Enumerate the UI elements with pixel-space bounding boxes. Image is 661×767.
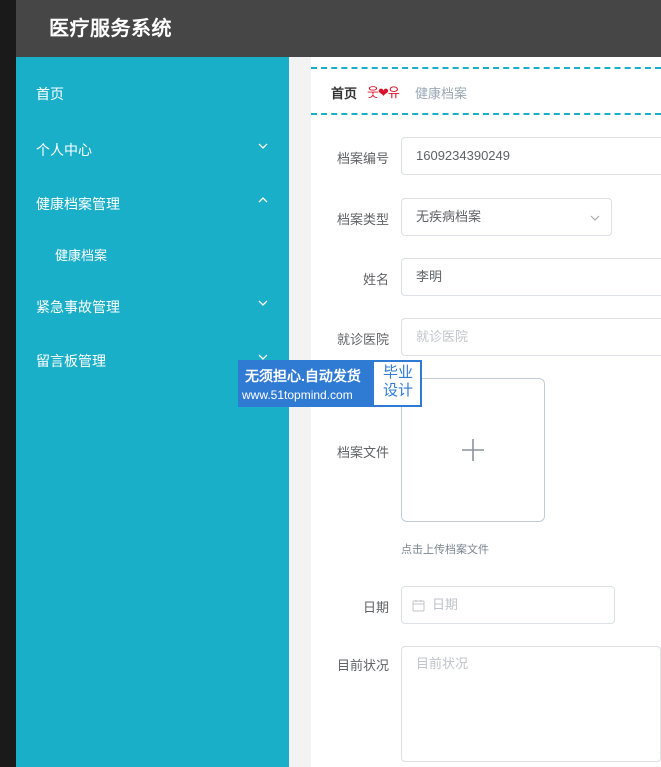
archive-no-value: 1609234390249 xyxy=(416,148,510,163)
watermark-slogan: 无须担心.自动发货 xyxy=(245,368,361,384)
sidebar-item-label: 紧急事故管理 xyxy=(36,299,120,315)
name-value: 李明 xyxy=(416,269,443,284)
watermark-right-line2: 设计 xyxy=(382,382,413,399)
top-bar: 医疗服务系统 xyxy=(16,0,661,57)
file-upload-box[interactable] xyxy=(401,378,545,522)
chevron-down-icon xyxy=(258,143,268,149)
hospital-placeholder: 就诊医院 xyxy=(416,329,469,344)
archive-no-input[interactable]: 1609234390249 xyxy=(401,137,661,175)
calendar-icon xyxy=(412,600,425,612)
breadcrumb-home[interactable]: 首页 xyxy=(331,83,357,102)
breadcrumb-current: 健康档案 xyxy=(415,86,468,101)
chevron-down-icon xyxy=(258,300,268,306)
archive-type-value: 无疾病档案 xyxy=(416,209,482,224)
file-label: 档案文件 xyxy=(336,445,389,460)
sidebar-item-emergency-mgmt[interactable]: 紧急事故管理 xyxy=(16,287,289,327)
plus-icon xyxy=(462,439,484,461)
watermark-right: 毕业 设计 xyxy=(376,364,420,400)
chevron-up-icon xyxy=(258,197,268,203)
chevron-down-icon xyxy=(590,215,600,221)
archive-type-label: 档案类型 xyxy=(336,212,389,227)
sidebar-item-label: 健康档案管理 xyxy=(36,196,120,212)
date-placeholder: 日期 xyxy=(432,597,459,612)
upload-hint: 点击上传档案文件 xyxy=(401,544,489,556)
watermark-right-line1: 毕业 xyxy=(382,364,413,381)
form-panel: 首页 웃❤유 健康档案 档案编号 1609234390249 档案类型 无疾病档… xyxy=(311,57,661,767)
main-area: 首页 웃❤유 健康档案 档案编号 1609234390249 档案类型 无疾病档… xyxy=(289,57,661,767)
date-label: 日期 xyxy=(362,600,389,615)
status-textarea[interactable]: 目前状况 xyxy=(401,646,661,762)
app-title: 医疗服务系统 xyxy=(49,18,172,40)
archive-type-select[interactable]: 无疾病档案 xyxy=(401,198,612,236)
sidebar-item-label: 留言板管理 xyxy=(36,353,106,369)
watermark-badge: 无须担心.自动发货 www.51topmind.com 毕业 设计 xyxy=(238,360,422,407)
sidebar: 首页 个人中心 健康档案管理 健康档案 紧急事故管理 留言板管理 xyxy=(16,57,289,767)
name-input[interactable]: 李明 xyxy=(401,258,661,296)
hospital-input[interactable]: 就诊医院 xyxy=(401,318,661,356)
sidebar-item-label: 个人中心 xyxy=(36,142,92,158)
sidebar-item-label: 健康档案 xyxy=(55,248,108,263)
watermark-left: 无须担心.自动发货 www.51topmind.com xyxy=(240,362,374,405)
sidebar-item-label: 首页 xyxy=(36,86,64,102)
sidebar-item-personal-center[interactable]: 个人中心 xyxy=(16,130,289,170)
hospital-label: 就诊医院 xyxy=(336,332,389,347)
sidebar-item-home[interactable]: 首页 xyxy=(16,74,289,114)
status-placeholder: 目前状况 xyxy=(416,656,469,671)
watermark-url: www.51topmind.com xyxy=(242,388,353,402)
breadcrumb: 首页 웃❤유 健康档案 xyxy=(311,67,661,115)
sidebar-item-health-archive[interactable]: 健康档案 xyxy=(16,235,289,275)
name-label: 姓名 xyxy=(362,272,389,287)
sidebar-item-health-archive-mgmt[interactable]: 健康档案管理 xyxy=(16,184,289,224)
date-picker[interactable]: 日期 xyxy=(401,586,615,624)
archive-no-label: 档案编号 xyxy=(336,151,389,166)
status-label: 目前状况 xyxy=(336,658,389,673)
breadcrumb-separator: 웃❤유 xyxy=(367,85,400,100)
